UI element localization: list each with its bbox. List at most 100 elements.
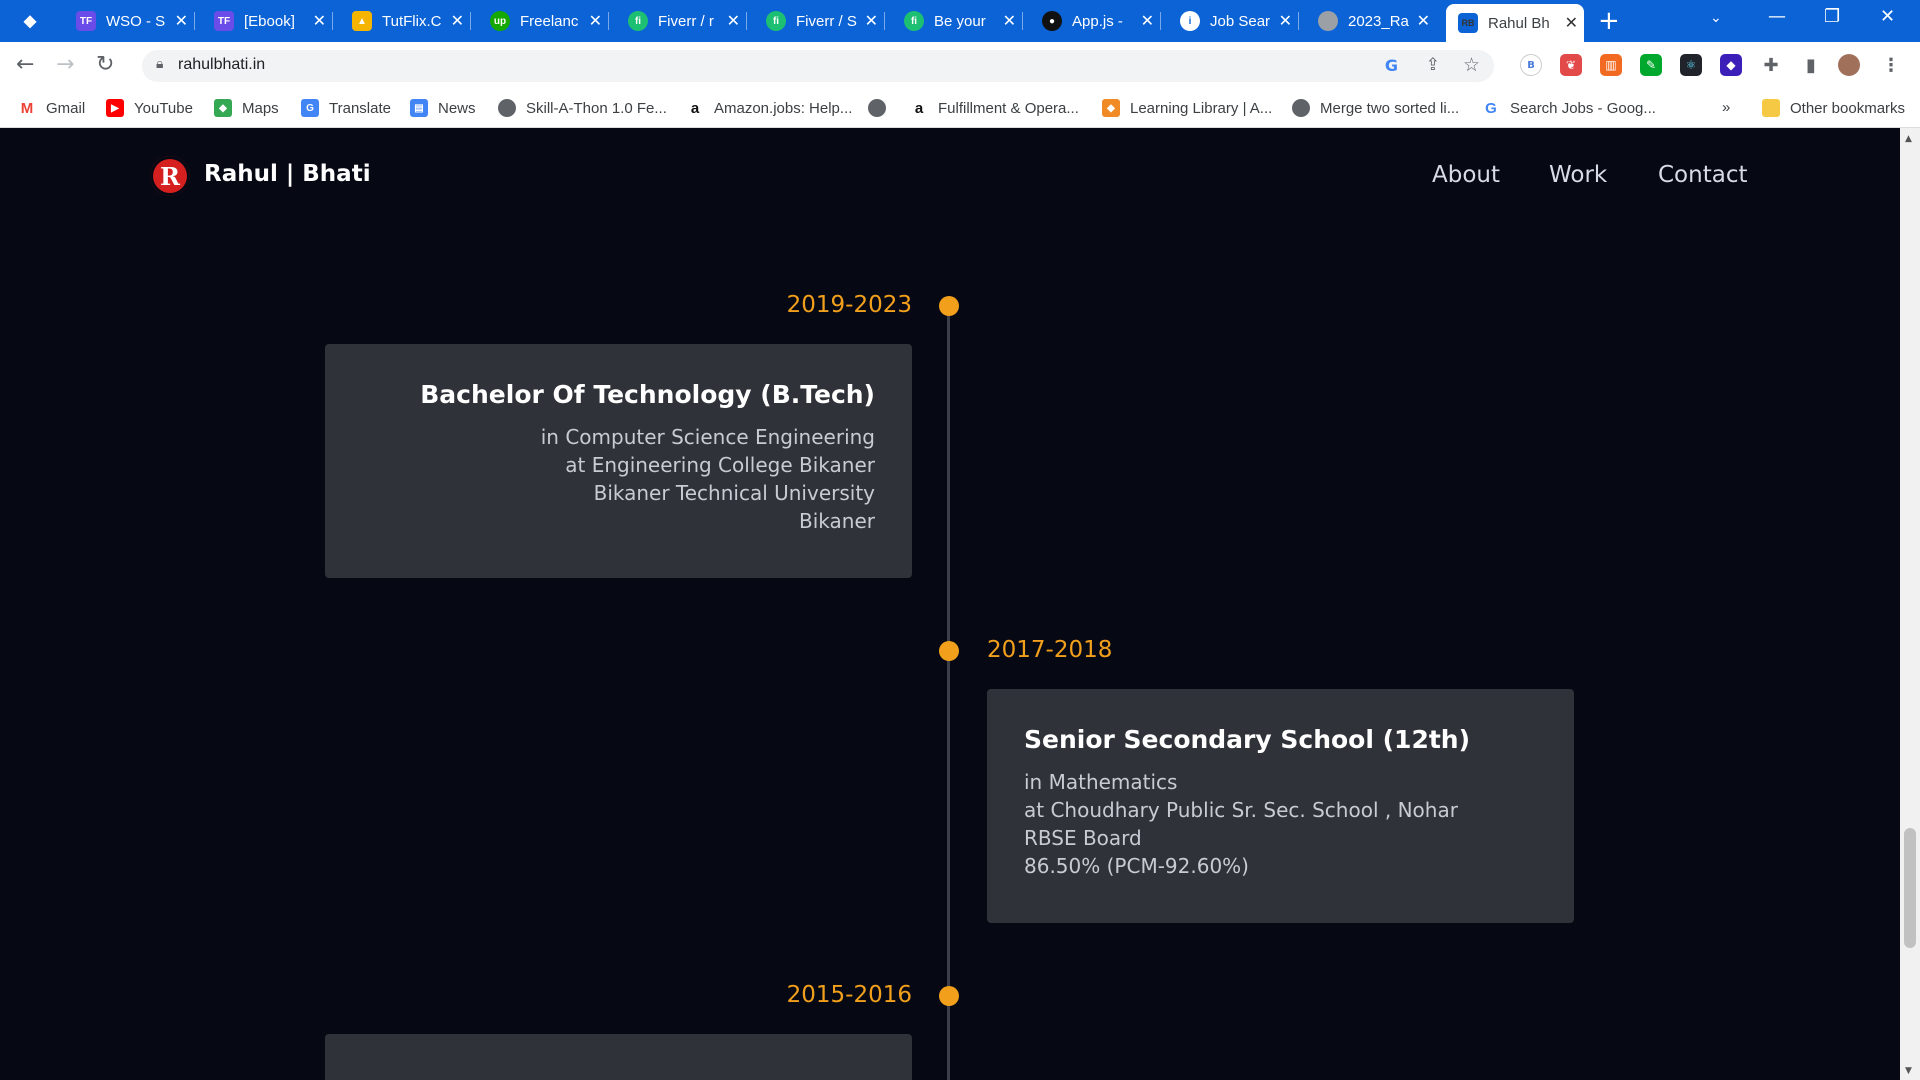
tab-tutflix[interactable]: ▲ TutFlix.C ✕ <box>340 6 471 36</box>
education-card-secondary <box>325 1034 912 1080</box>
close-icon[interactable]: ✕ <box>589 11 602 31</box>
bookmark-maps[interactable]: ◆ Maps <box>214 99 279 117</box>
close-icon[interactable]: ✕ <box>1141 11 1154 31</box>
tab-ebook[interactable]: TF [Ebook] ✕ <box>202 6 333 36</box>
bookmark-amazon-jobs[interactable]: a Amazon.jobs: Help... <box>686 99 853 117</box>
close-icon[interactable]: ✕ <box>727 11 740 31</box>
kebab-menu-icon[interactable]: ⋮ <box>1880 54 1902 76</box>
vertical-scrollbar[interactable]: ▲ ▼ <box>1900 128 1920 1080</box>
card-university: Bikaner Technical University <box>593 481 875 505</box>
timeline-dot <box>939 296 959 316</box>
extension-analytics-icon[interactable]: ▥ <box>1600 54 1622 76</box>
extension-badge-icon[interactable]: ◆ <box>1720 54 1742 76</box>
other-bookmarks-folder[interactable]: Other bookmarks <box>1762 99 1905 117</box>
share-icon[interactable]: ⇪ <box>1426 55 1440 75</box>
tab-freelance[interactable]: up Freelanc ✕ <box>478 6 609 36</box>
react-devtools-icon[interactable]: ⚛ <box>1680 54 1702 76</box>
logo-icon[interactable]: R <box>150 156 190 196</box>
evernote-icon[interactable]: ✎ <box>1640 54 1662 76</box>
rb-icon: RB <box>1458 13 1478 33</box>
tab-resume[interactable]: 2023_Ra ✕ <box>1306 6 1436 36</box>
close-icon[interactable]: ✕ <box>1003 11 1016 31</box>
bookmark-star-icon[interactable]: ☆ <box>1463 54 1480 76</box>
fiverr-icon: fi <box>628 11 648 31</box>
close-icon[interactable]: ✕ <box>313 11 326 31</box>
nav-about[interactable]: About <box>1432 162 1500 188</box>
bookmark-gmail[interactable]: M Gmail <box>18 99 85 117</box>
site-logo-text[interactable]: Rahul | Bhati <box>204 161 371 187</box>
gmail-icon: M <box>20 99 34 117</box>
tab-title: [Ebook] <box>244 12 295 30</box>
tab-title: Fiverr / S <box>796 12 857 30</box>
close-icon[interactable]: ✕ <box>175 11 188 31</box>
browser-tab-strip: ◆ TF WSO - S ✕ TF [Ebook] ✕ ▲ TutFlix.C … <box>0 0 1920 42</box>
globe-icon <box>498 99 516 117</box>
tab-fiverr-1[interactable]: fi Fiverr / r ✕ <box>616 6 747 36</box>
side-panel-icon[interactable]: ▮ <box>1800 54 1822 76</box>
close-icon[interactable]: ✕ <box>1279 11 1292 31</box>
tab-github[interactable]: ● App.js - ✕ <box>1030 6 1161 36</box>
amazon-icon: a <box>690 99 700 117</box>
nav-contact[interactable]: Contact <box>1658 162 1747 188</box>
timeline-year: 2017-2018 <box>987 637 1113 663</box>
reload-icon[interactable]: ↻ <box>96 52 114 77</box>
news-icon: ▤ <box>410 99 428 117</box>
bookmark-youtube[interactable]: ▶ YouTube <box>106 99 193 117</box>
scroll-up-arrow-icon[interactable]: ▲ <box>1905 134 1912 144</box>
url-text[interactable]: rahulbhati.in <box>178 56 265 74</box>
timeline-dot <box>939 986 959 1006</box>
lock-icon[interactable]: 🔒︎ <box>156 56 163 72</box>
bookmark-translate[interactable]: G Translate <box>301 99 391 117</box>
folder-icon <box>1762 99 1780 117</box>
close-icon[interactable]: ✕ <box>1417 11 1430 31</box>
tab-rahul-bhati-active[interactable]: RB Rahul Bh ✕ <box>1446 4 1584 42</box>
minimize-button[interactable]: — <box>1768 6 1786 27</box>
scrollbar-thumb[interactable] <box>1904 828 1916 948</box>
card-institution: at Choudhary Public Sr. Sec. School , No… <box>1024 798 1458 822</box>
bookmarks-overflow-button[interactable]: » <box>1722 99 1730 116</box>
bookmark-learning-library[interactable]: ◆ Learning Library | A... <box>1102 99 1272 117</box>
tab-fiverr-2[interactable]: fi Fiverr / S ✕ <box>754 6 885 36</box>
forward-arrow-icon[interactable]: → <box>56 52 74 77</box>
card-institution: at Engineering College Bikaner <box>565 453 875 477</box>
puzzle-icon[interactable]: ✚ <box>1760 54 1782 76</box>
cube-icon: ◆ <box>1102 99 1120 117</box>
timeline-line <box>947 298 950 1080</box>
card-title: Senior Secondary School (12th) <box>1024 725 1471 754</box>
tab-fiverr-3[interactable]: fi Be your ✕ <box>892 6 1023 36</box>
bookmark-skill-a-thon[interactable]: Skill-A-Thon 1.0 Fe... <box>498 99 667 117</box>
fiverr-icon: fi <box>766 11 786 31</box>
google-lens-icon[interactable]: G <box>1385 56 1398 75</box>
card-field: in Mathematics <box>1024 770 1178 794</box>
new-tab-button[interactable]: + <box>1598 6 1620 36</box>
youtube-icon: ▶ <box>106 99 124 117</box>
card-score: 86.50% (PCM-92.60%) <box>1024 854 1249 878</box>
tab-pinned[interactable]: ◆ <box>8 6 64 36</box>
profile-avatar[interactable] <box>1838 54 1860 76</box>
close-icon[interactable]: ✕ <box>451 11 464 31</box>
back-arrow-icon[interactable]: ← <box>16 52 34 77</box>
bookmarks-bar: M Gmail ▶ YouTube ◆ Maps G Translate ▤ News S… <box>0 90 1920 128</box>
address-bar[interactable]: 🔒︎ rahulbhati.in G ⇪ ☆ <box>142 50 1494 82</box>
education-card-btech: Bachelor Of Technology (B.Tech) in Compu… <box>325 344 912 578</box>
tab-title: App.js - <box>1072 12 1123 30</box>
close-window-button[interactable]: ✕ <box>1880 6 1895 27</box>
card-location: Bikaner <box>799 509 875 533</box>
scroll-down-arrow-icon[interactable]: ▼ <box>1905 1066 1912 1076</box>
bookmark-fulfillment[interactable]: a Fulfillment & Opera... <box>910 99 1079 117</box>
bookmark-search-jobs[interactable]: G Search Jobs - Goog... <box>1482 99 1656 117</box>
extension-b-icon[interactable]: B <box>1520 54 1542 76</box>
tab-job-search[interactable]: i Job Sear ✕ <box>1168 6 1299 36</box>
restore-button[interactable]: ❐ <box>1824 6 1840 27</box>
tab-wso[interactable]: TF WSO - S ✕ <box>64 6 195 36</box>
tab-search-icon[interactable]: ⌄ <box>1710 10 1722 26</box>
globe-icon <box>1318 11 1338 31</box>
nav-work[interactable]: Work <box>1549 162 1607 188</box>
close-icon[interactable]: ✕ <box>865 11 878 31</box>
close-icon[interactable]: ✕ <box>1565 13 1578 33</box>
extension-brain-icon[interactable]: ❦ <box>1560 54 1582 76</box>
info-icon: i <box>1180 11 1200 31</box>
bookmark-merge-sorted[interactable]: Merge two sorted li... <box>1292 99 1459 117</box>
bookmark-news[interactable]: ▤ News <box>410 99 476 117</box>
bookmark-globe[interactable] <box>868 99 896 117</box>
